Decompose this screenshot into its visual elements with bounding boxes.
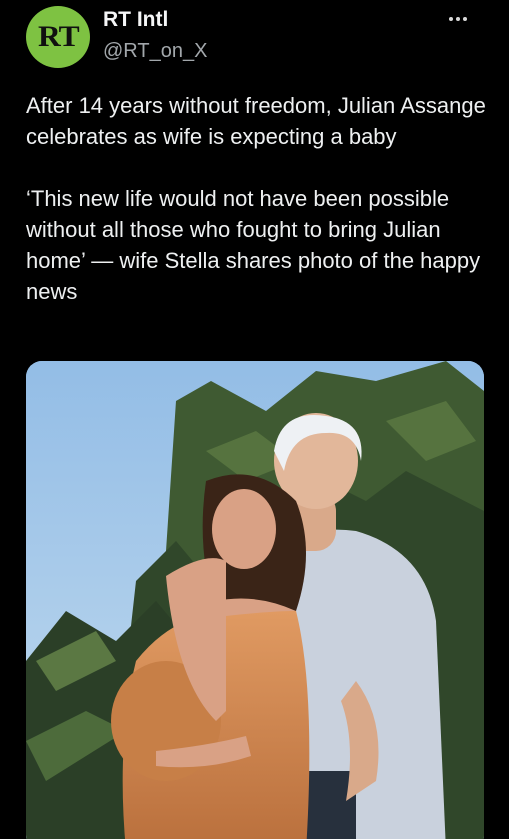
more-dot-icon [449, 17, 453, 21]
avatar[interactable]: RT [26, 6, 90, 68]
tweet-photo[interactable] [26, 361, 484, 839]
display-name[interactable]: RT Intl [103, 8, 168, 32]
avatar-logo-text: RT [37, 20, 80, 53]
user-handle[interactable]: @RT_on_X [103, 40, 207, 63]
more-dot-icon [463, 17, 467, 21]
photo-illustration [26, 361, 484, 839]
tweet-post: RT RT Intl @RT_on_X After 14 years witho… [0, 0, 509, 839]
tweet-header: RT RT Intl @RT_on_X [0, 0, 509, 80]
more-dot-icon [456, 17, 460, 21]
more-options-button[interactable] [440, 6, 476, 32]
tweet-text: After 14 years without freedom, Julian A… [26, 93, 486, 304]
